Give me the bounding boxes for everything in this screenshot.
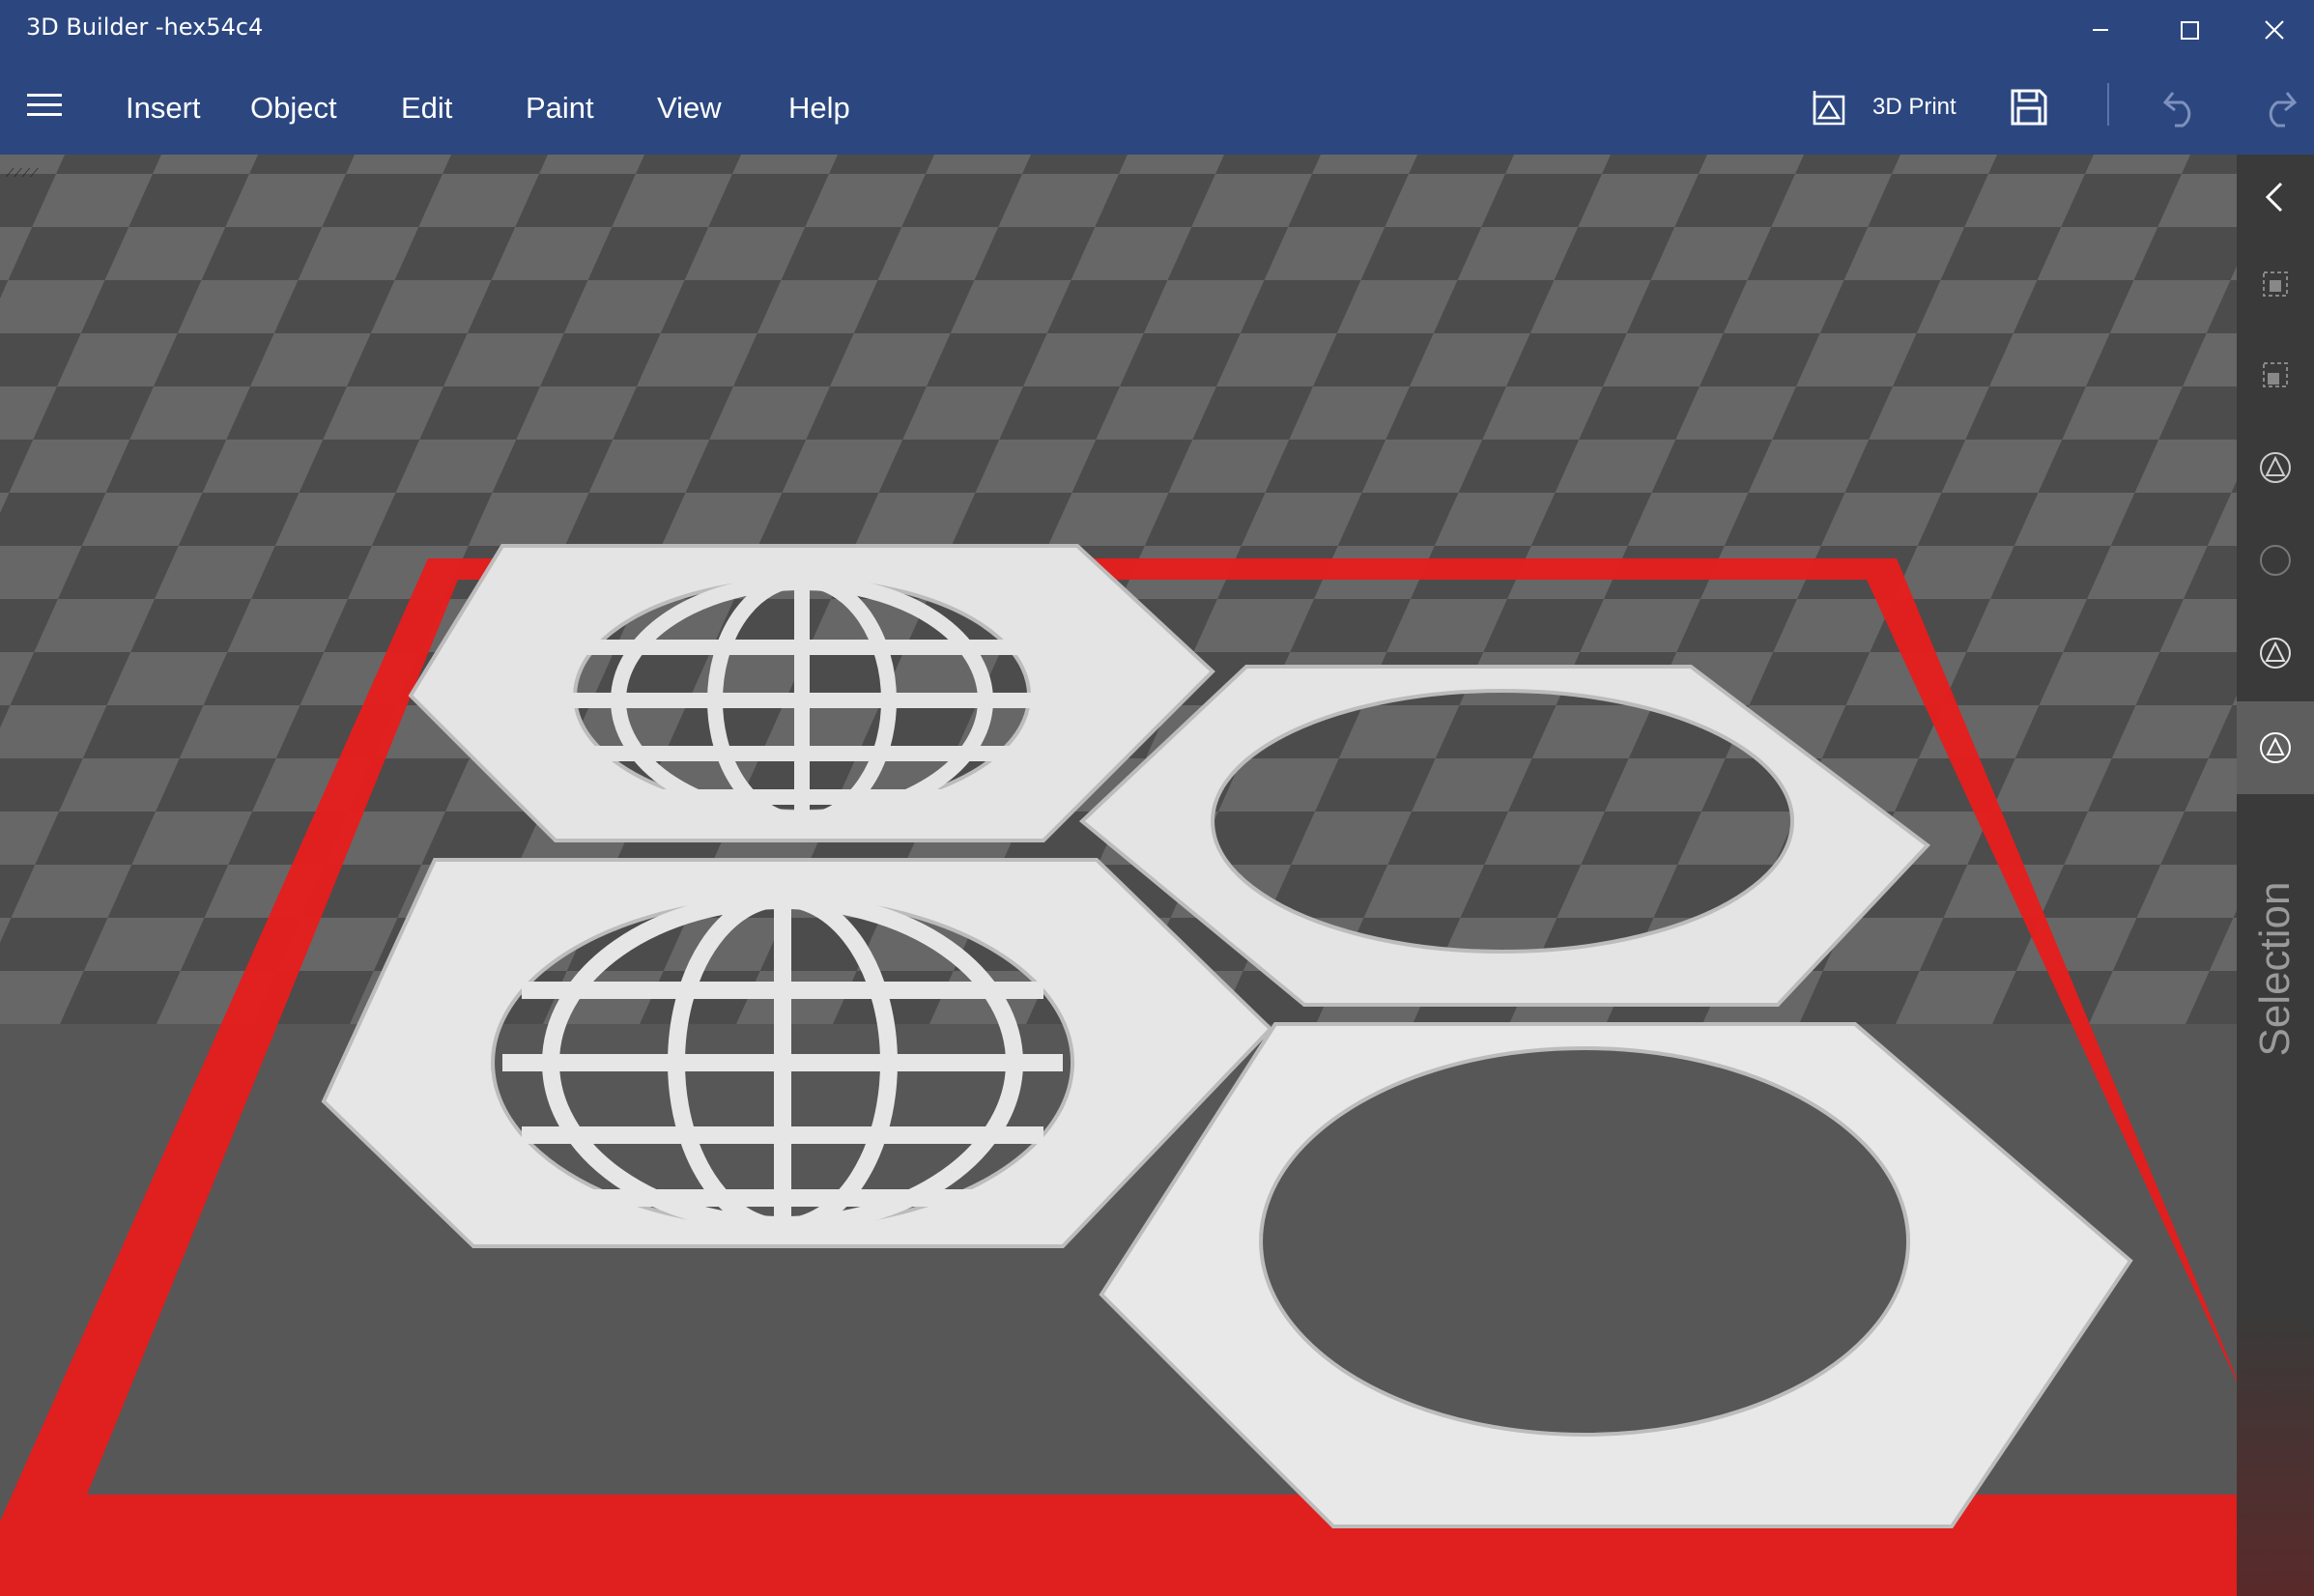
undo-icon[interactable] [2161, 85, 2204, 128]
menu-paint[interactable]: Paint [526, 91, 594, 126]
close-icon [2265, 20, 2284, 40]
select-mesh-icon[interactable] [2254, 727, 2297, 769]
side-panel: Selection [2237, 155, 2314, 1596]
minimize-button[interactable] [2057, 0, 2144, 60]
collapse-chevron-icon[interactable] [2254, 176, 2297, 218]
menu-object[interactable]: Object [250, 91, 337, 126]
viewport-gizmo: ⟋⟋⟋⟋ [6, 166, 39, 180]
3d-viewport[interactable] [0, 155, 2237, 1596]
close-button[interactable] [2235, 0, 2314, 60]
maximize-icon [2181, 21, 2199, 40]
select-faces-icon[interactable] [2254, 354, 2297, 396]
save-icon[interactable] [2009, 87, 2049, 128]
title-bar: 3D Builder -hex54c4 [0, 0, 2314, 60]
hamburger-menu-icon[interactable] [27, 94, 62, 121]
toolbar-divider [2107, 83, 2109, 126]
select-edges-icon[interactable] [2254, 539, 2297, 582]
menu-help[interactable]: Help [788, 91, 850, 126]
selection-label: Selection [2251, 881, 2299, 1057]
select-triangles-icon[interactable] [2254, 446, 2297, 489]
app-title: 3D Builder -hex54c4 [26, 14, 264, 41]
minimize-icon [2093, 29, 2108, 31]
select-objects-icon[interactable] [2254, 263, 2297, 305]
select-vertices-icon[interactable] [2254, 632, 2297, 674]
menu-bar: Insert Object Edit Paint View Help 3D Pr… [0, 60, 2314, 155]
menu-insert[interactable]: Insert [126, 91, 201, 126]
menu-view[interactable]: View [657, 91, 722, 126]
menu-edit[interactable]: Edit [401, 91, 452, 126]
scene-canvas [0, 155, 2237, 1596]
maximize-button[interactable] [2146, 0, 2233, 60]
3d-print-icon [1813, 91, 1845, 126]
3d-print-button[interactable]: 3D Print [1811, 83, 1957, 131]
3d-print-label: 3D Print [1872, 94, 1957, 120]
redo-icon[interactable] [2256, 85, 2299, 128]
